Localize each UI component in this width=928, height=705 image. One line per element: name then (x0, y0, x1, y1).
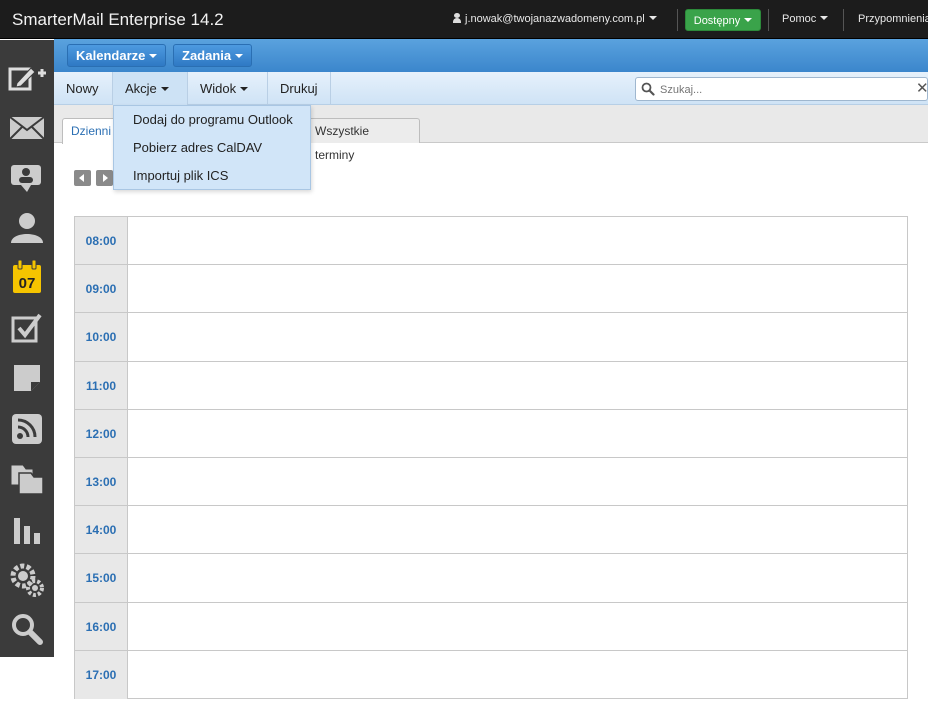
search-icon (641, 82, 655, 96)
user-icon (453, 13, 461, 23)
sidebar-item-reports[interactable] (0, 507, 54, 553)
chevron-down-icon (820, 16, 829, 20)
next-day-button[interactable] (96, 170, 113, 186)
actions-menu: Dodaj do programu Outlook Pobierz adres … (113, 105, 311, 190)
tasks-button[interactable]: Zadania (173, 44, 253, 67)
sidebar-item-notes[interactable] (0, 355, 54, 401)
files-icon (10, 464, 44, 495)
hour-label: 17:00 (75, 650, 128, 699)
contacts-icon (11, 213, 43, 243)
sidebar-item-files[interactable] (0, 456, 54, 502)
sidebar-item-search[interactable] (0, 606, 54, 652)
sidebar: 07 (0, 40, 54, 657)
tab-all-appointments[interactable]: Wszystkie terminy (306, 118, 420, 162)
user-menu[interactable]: j.nowak@twojanazwadomeny.com.pl (453, 13, 657, 25)
sidebar-item-calendar[interactable]: 07 (0, 254, 54, 300)
compose-icon (8, 67, 46, 91)
time-slot[interactable]: 11:00 (75, 361, 907, 410)
menu-item-get-caldav-url[interactable]: Pobierz adres CalDAV (114, 134, 310, 162)
hour-label: 16:00 (75, 602, 128, 650)
sidebar-item-rss[interactable] (0, 406, 54, 452)
actions-button[interactable]: Akcje (113, 72, 188, 105)
hour-label: 15:00 (75, 554, 128, 602)
view-label: Widok (200, 81, 237, 96)
user-email: j.nowak@twojanazwadomeny.com.pl (465, 13, 645, 25)
time-slot[interactable]: 10:00 (75, 313, 907, 362)
hour-label: 12:00 (75, 409, 128, 457)
chevron-down-icon (235, 54, 244, 58)
chevron-down-icon (648, 16, 657, 20)
sidebar-item-tasks[interactable] (0, 305, 54, 351)
chevron-down-icon (160, 87, 169, 91)
chevron-down-icon (240, 87, 249, 91)
status-button[interactable]: Dostępny (685, 9, 761, 31)
time-slot[interactable]: 16:00 (75, 602, 907, 651)
view-button[interactable]: Widok (188, 72, 268, 105)
hour-label: 08:00 (75, 217, 128, 265)
top-bar: SmarterMail Enterprise 14.2 j.nowak@twoj… (0, 0, 928, 39)
calendars-button[interactable]: Kalendarze (67, 44, 167, 67)
actions-label: Akcje (125, 81, 157, 96)
mail-icon (9, 116, 45, 140)
time-slot[interactable]: 17:00 (75, 650, 907, 699)
sidebar-item-contacts[interactable] (0, 204, 54, 250)
chevron-down-icon (149, 54, 158, 58)
time-slot[interactable]: 14:00 (75, 506, 907, 555)
search-input[interactable] (660, 81, 910, 98)
print-button[interactable]: Drukuj (268, 72, 331, 105)
calendar-icon: 07 (13, 259, 41, 293)
calendars-label: Kalendarze (76, 48, 146, 63)
reports-icon (14, 518, 40, 544)
calendar-day-badge: 07 (19, 275, 36, 292)
reminders-menu[interactable]: Przypomnienia (858, 13, 928, 25)
search-box: ✕ (635, 77, 928, 101)
time-slot[interactable]: 13:00 (75, 457, 907, 507)
help-label: Pomoc (782, 13, 817, 25)
hour-label: 09:00 (75, 265, 128, 313)
new-button[interactable]: Nowy (54, 72, 113, 105)
category-bar: Kalendarze Zadania (54, 39, 928, 72)
sidebar-item-settings[interactable] (0, 557, 54, 603)
chevron-down-icon (744, 18, 753, 22)
divider (677, 9, 678, 31)
hour-label: 13:00 (75, 457, 128, 506)
divider (768, 9, 769, 31)
tasks-icon (11, 313, 42, 343)
sidebar-item-mail[interactable] (0, 105, 54, 151)
sidebar-item-chat[interactable] (0, 155, 54, 201)
clear-search-icon[interactable]: ✕ (916, 81, 928, 97)
previous-day-button[interactable] (74, 170, 91, 186)
hour-label: 11:00 (75, 361, 128, 409)
search-icon (12, 614, 43, 645)
menu-item-add-to-outlook[interactable]: Dodaj do programu Outlook (114, 106, 310, 134)
help-menu[interactable]: Pomoc (782, 13, 829, 25)
day-schedule: 08:00 09:00 10:00 11:00 12:00 13:00 14:0… (74, 216, 908, 699)
chat-icon (11, 165, 41, 192)
hour-label: 10:00 (75, 313, 128, 361)
tasks-label: Zadania (182, 48, 232, 63)
time-slot[interactable]: 12:00 (75, 409, 907, 458)
rss-icon (12, 414, 42, 444)
time-slot[interactable]: 15:00 (75, 554, 907, 603)
notes-icon (14, 365, 40, 391)
settings-icon (10, 563, 44, 597)
time-slot[interactable]: 09:00 (75, 265, 907, 314)
app-title: SmarterMail Enterprise 14.2 (12, 10, 224, 29)
sidebar-footer (0, 657, 54, 705)
status-label: Dostępny (693, 15, 741, 27)
time-slot[interactable]: 08:00 (75, 217, 907, 266)
divider (843, 9, 844, 31)
hour-label: 14:00 (75, 506, 128, 554)
sidebar-item-compose[interactable] (0, 56, 54, 102)
menu-item-import-ics[interactable]: Importuj plik ICS (114, 162, 310, 190)
